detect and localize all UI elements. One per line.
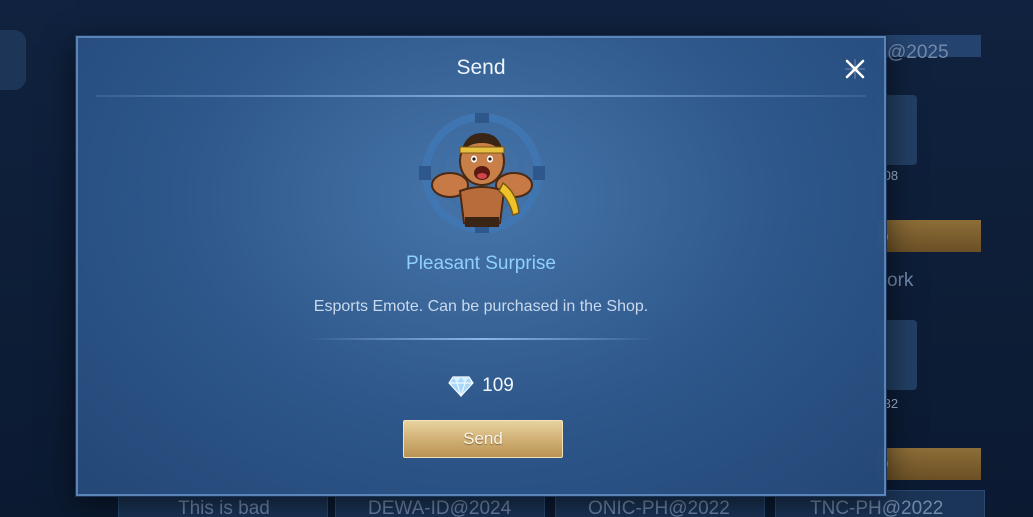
back-tab[interactable] [0,30,26,90]
item-description: Esports Emote. Can be purchased in the S… [313,298,649,315]
bg-buy-button[interactable] [877,448,981,480]
dialog-title: Send [456,56,506,79]
emote-preview [405,113,559,233]
content-divider [308,338,654,340]
title-divider [96,95,866,97]
bg-bottom-card-label: TNC-PH@2022 [810,498,944,517]
bg-card-title: @2025 [887,42,949,63]
diamond-icon [448,375,474,397]
bg-bottom-card-label: DEWA-ID@2024 [368,498,512,517]
price-value: 109 [482,375,514,396]
bg-bottom-card-label: This is bad [178,498,270,517]
send-button[interactable]: Send [403,420,563,458]
bg-buy-button[interactable] [877,220,981,252]
price-row: 109 [78,375,884,397]
bg-card-title: ork [887,270,914,291]
close-button[interactable] [840,54,870,84]
emote-avatar-icon [419,113,545,233]
bg-bottom-card-label: ONIC-PH@2022 [588,498,730,517]
item-name: Pleasant Surprise [406,253,556,274]
close-icon [845,59,865,79]
send-dialog: Send Pleasant Surprise Esports Emote. Ca… [76,36,886,496]
